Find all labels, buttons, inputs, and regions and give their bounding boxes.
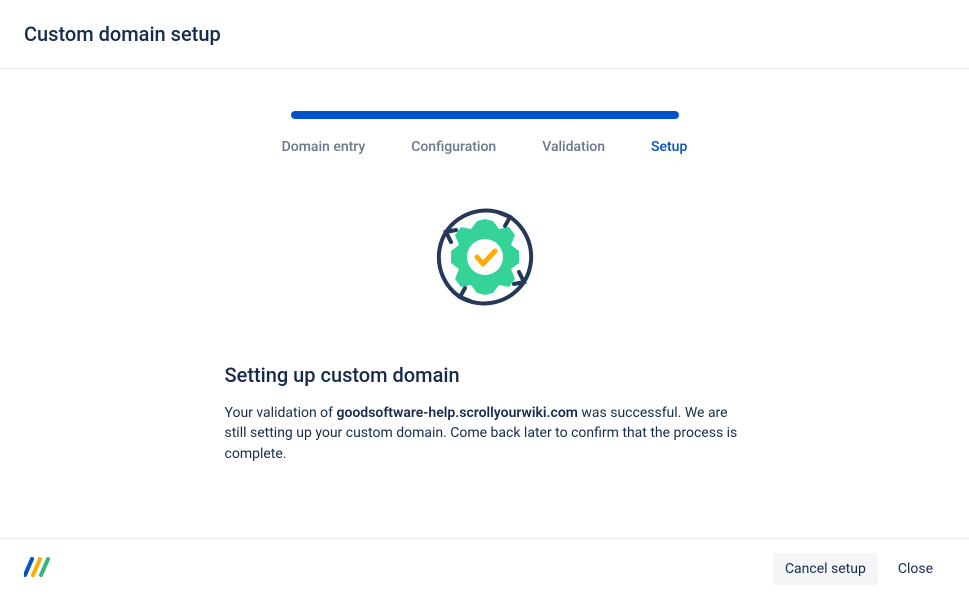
step-domain-entry: Domain entry	[282, 139, 366, 155]
desc-prefix: Your validation of	[225, 405, 337, 421]
dialog-content: Domain entry Configuration Validation Se…	[0, 69, 969, 538]
status-heading: Setting up custom domain	[225, 363, 745, 387]
dialog-header: Custom domain setup	[0, 0, 969, 69]
progress-bar	[291, 111, 679, 119]
step-setup: Setup	[651, 139, 687, 155]
setup-in-progress-icon	[415, 187, 555, 331]
status-text-block: Setting up custom domain Your validation…	[225, 363, 745, 464]
step-validation: Validation	[542, 139, 605, 155]
dialog-footer: Cancel setup Close	[0, 538, 969, 599]
brand-logo-icon	[24, 557, 50, 581]
close-button[interactable]: Close	[886, 553, 945, 585]
step-configuration: Configuration	[411, 139, 496, 155]
cancel-setup-button[interactable]: Cancel setup	[773, 553, 878, 585]
page-title: Custom domain setup	[24, 22, 945, 46]
wizard-steps: Domain entry Configuration Validation Se…	[282, 139, 688, 155]
desc-domain: goodsoftware-help.scrollyourwiki.com	[337, 405, 578, 421]
status-description: Your validation of goodsoftware-help.scr…	[225, 403, 745, 464]
